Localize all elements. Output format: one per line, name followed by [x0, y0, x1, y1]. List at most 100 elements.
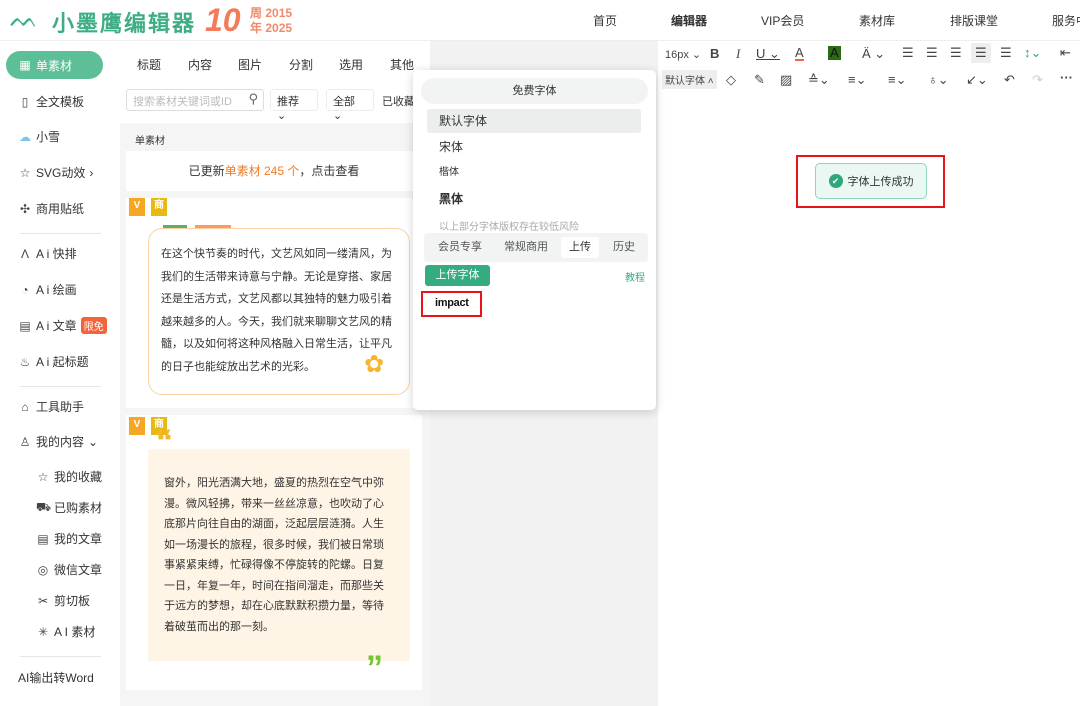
- sidebar-sub-favorites[interactable]: ☆我的收藏: [36, 468, 102, 485]
- free-fonts-header[interactable]: 免费字体: [421, 78, 648, 104]
- font-option-default[interactable]: 默认字体: [427, 109, 641, 133]
- editor-toolbar: 16px ⌄ B I U ⌄ A A Ä ⌄ ☰ ☰ ☰ ☰ ☰ ↕⌄ ⇤ 默认…: [658, 41, 1080, 97]
- nav-service[interactable]: 服务中: [1052, 12, 1080, 29]
- filter-select[interactable]: 全部 ⌄: [326, 89, 374, 111]
- nav-vip[interactable]: VIP会员: [761, 12, 804, 29]
- cart-icon: ⛟: [36, 500, 50, 516]
- cloud-icon: ☁: [18, 130, 32, 144]
- sidebar-sub-wechat[interactable]: ◎微信文章: [36, 561, 102, 578]
- more-icon[interactable]: ···: [1060, 70, 1073, 85]
- highlight-color-icon[interactable]: A: [828, 46, 841, 60]
- scissors-icon: ✂: [36, 594, 50, 608]
- nav-materials[interactable]: 素材库: [859, 12, 895, 29]
- tab-title[interactable]: 标题: [137, 56, 161, 73]
- update-banner[interactable]: 已更新单素材 245 个，点击查看: [126, 151, 422, 191]
- font-tabs: 会员专享 常规商用 上传 历史: [424, 233, 648, 262]
- sidebar-item-ai-title[interactable]: ♨A i 起标题: [18, 353, 89, 370]
- collected-filter[interactable]: 已收藏: [382, 93, 415, 109]
- grid-icon: ▦: [18, 58, 32, 72]
- anniv-char: 年: [250, 21, 262, 35]
- align-right-icon[interactable]: ☰: [950, 45, 962, 61]
- font-option-kaiti[interactable]: 楷体: [427, 161, 641, 185]
- sidebar-item-my-content[interactable]: ♙我的内容⌄: [18, 433, 98, 450]
- sidebar-item-single-material[interactable]: ▦单素材: [6, 51, 103, 79]
- redo-icon[interactable]: ↷: [1032, 72, 1043, 88]
- nav-courses[interactable]: 排版课堂: [950, 12, 998, 29]
- palette-icon: ◔: [18, 283, 32, 297]
- tab-selected[interactable]: 选用: [339, 56, 363, 73]
- font-option-heiti[interactable]: 黑体: [427, 187, 641, 211]
- quote-open-icon: “: [156, 425, 173, 459]
- format-brush-icon[interactable]: ✎: [754, 72, 765, 88]
- bold-icon[interactable]: B: [710, 46, 719, 61]
- sidebar-sub-purchased[interactable]: ⛟已购素材: [36, 499, 102, 516]
- image-icon[interactable]: ▨: [780, 72, 792, 88]
- uploaded-font-impact[interactable]: impact: [435, 297, 469, 309]
- sidebar-item-ai-draw[interactable]: ◔A i 绘画: [18, 281, 77, 298]
- sidebar-item-ai-layout[interactable]: ΛA i 快排: [18, 245, 77, 262]
- anniv-year-start: 2015: [265, 6, 292, 20]
- sidebar-item-ai-article[interactable]: ▤A i 文章限免: [18, 317, 107, 334]
- material-card[interactable]: V 商 在这个快节奏的时代，文艺风如同一缕清风，为我们的生活带来诗意与宁静。无论…: [126, 198, 422, 408]
- sidebar-item-svg[interactable]: ☆SVG动效›: [18, 164, 93, 181]
- divider: [20, 233, 101, 234]
- eraser-icon[interactable]: ◇: [726, 72, 736, 88]
- tab-image[interactable]: 图片: [238, 56, 262, 73]
- font-family-select[interactable]: 默认字体 ˄: [662, 70, 717, 89]
- undo-icon[interactable]: ↶: [1004, 72, 1015, 88]
- font-option-songti[interactable]: 宋体: [427, 135, 641, 159]
- material-panel: 标题 内容 图片 分割 选用 其他 搜索素材关键词或ID⚲ 推荐 ⌄ 全部 ⌄ …: [120, 41, 430, 706]
- tab-content[interactable]: 内容: [188, 56, 212, 73]
- ai-icon: Λ: [18, 247, 32, 261]
- sort-select[interactable]: 推荐 ⌄: [270, 89, 318, 111]
- sidebar-sub-articles[interactable]: ▤我的文章: [36, 530, 102, 547]
- sidebar-sub-ai-material[interactable]: ✳A I 素材: [36, 623, 95, 640]
- letter-spacing-icon[interactable]: Ä ⌄: [862, 46, 885, 62]
- indent-icon[interactable]: ☰: [1000, 45, 1012, 61]
- paragraph-spacing-icon[interactable]: ≙⌄: [808, 72, 830, 88]
- quote-close-icon: ”: [366, 651, 383, 685]
- spacing-after-icon[interactable]: ≡⌄: [848, 72, 866, 88]
- nav-home[interactable]: 首页: [593, 12, 617, 29]
- search-icon[interactable]: ⚲: [248, 91, 258, 107]
- sidebar-item-tools[interactable]: ⌂工具助手: [18, 398, 84, 415]
- tab-history[interactable]: 历史: [605, 237, 643, 258]
- tab-divider[interactable]: 分割: [289, 56, 313, 73]
- align-center-icon[interactable]: ☰: [926, 45, 938, 61]
- chevron-down-icon: ⌄: [333, 110, 342, 122]
- sidebar-sub-clipboard[interactable]: ✂剪切板: [36, 592, 90, 609]
- exit-icon[interactable]: ⇤: [1060, 45, 1071, 61]
- tab-upload[interactable]: 上传: [561, 237, 599, 258]
- side-margin-icon[interactable]: ≡⌄: [888, 72, 906, 88]
- sidebar-item-templates[interactable]: ▯全文模板: [18, 93, 84, 110]
- tab-commercial[interactable]: 常规商用: [496, 237, 556, 258]
- logo-text[interactable]: 小墨鹰编辑器: [52, 6, 196, 38]
- align-left-icon[interactable]: ☰: [902, 45, 914, 61]
- font-color-icon[interactable]: A: [795, 46, 804, 61]
- underline-icon[interactable]: U ⌄: [756, 46, 780, 62]
- bulb-icon[interactable]: ♁⌄: [928, 72, 949, 88]
- nav-editor[interactable]: 编辑器: [671, 12, 707, 29]
- material-card[interactable]: V 商 窗外，阳光洒满大地，盛夏的热烈在空气中弥漫。微风轻拂，带来一丝丝凉意，也…: [126, 415, 422, 690]
- arrow-icon[interactable]: ↙⌄: [966, 72, 988, 88]
- tab-member[interactable]: 会员专享: [430, 237, 490, 258]
- italic-icon[interactable]: I: [736, 46, 740, 62]
- flower-icon: ✿: [364, 350, 384, 379]
- tab-other[interactable]: 其他: [390, 56, 414, 73]
- search-input[interactable]: 搜索素材关键词或ID⚲: [126, 89, 264, 111]
- puzzle-icon: ✣: [18, 202, 32, 216]
- font-size-select[interactable]: 16px ⌄: [665, 48, 701, 61]
- sidebar-item-stickers[interactable]: ✣商用贴纸: [18, 200, 84, 217]
- justify-icon[interactable]: ☰: [971, 43, 991, 63]
- star-icon: ☆: [18, 166, 32, 180]
- sidebar-item-snow[interactable]: ☁小雪: [18, 128, 60, 145]
- divider: [20, 386, 101, 387]
- line-height-icon[interactable]: ↕⌄: [1024, 45, 1041, 61]
- anniv-char: 周: [250, 6, 262, 20]
- commercial-badge: 商: [151, 198, 167, 216]
- check-circle-icon: ✔: [829, 174, 843, 188]
- sidebar-item-ai-word[interactable]: AI输出转Word: [18, 669, 94, 686]
- chevron-down-icon: ⌄: [277, 110, 286, 122]
- tutorial-link[interactable]: 教程: [625, 269, 645, 284]
- upload-font-button[interactable]: 上传字体: [425, 265, 490, 286]
